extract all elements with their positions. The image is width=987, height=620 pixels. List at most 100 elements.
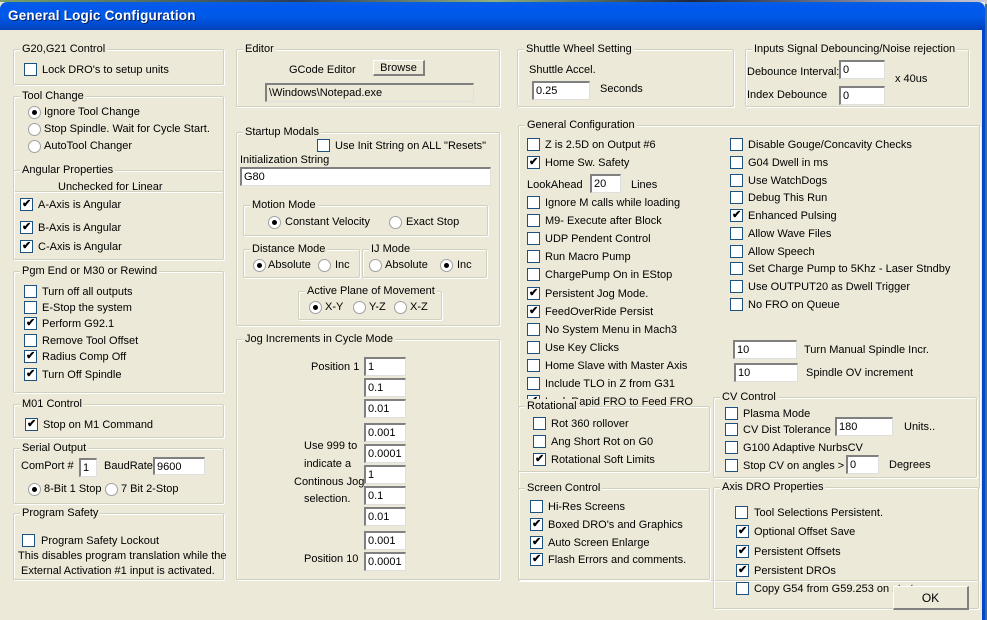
plane-yz-radio[interactable] xyxy=(353,301,366,314)
remove-tool-offset-checkbox[interactable]: ✔ xyxy=(24,334,37,347)
config-checkbox[interactable]: ✔ xyxy=(527,286,540,300)
tool-change-radio-stop-spindle[interactable] xyxy=(28,123,41,136)
config-checkbox[interactable]: ✔ xyxy=(527,268,540,282)
serial-7bit-radio[interactable] xyxy=(105,483,118,496)
perform-g921-checkbox[interactable]: ✔ xyxy=(24,317,37,330)
lookahead-unit: Lines xyxy=(631,179,658,191)
config-checkbox[interactable]: ✔ xyxy=(730,280,743,293)
jog-note-line: indicate a xyxy=(304,458,352,470)
z25d-checkbox[interactable]: ✔ xyxy=(527,138,540,151)
gcode-editor-label: GCode Editor xyxy=(289,64,356,76)
jog-increment-input[interactable]: 0.1 xyxy=(364,378,406,397)
config-checkbox[interactable]: ✔ xyxy=(527,358,540,372)
spindle-ov-input[interactable]: 10 xyxy=(734,363,798,382)
config-checkbox[interactable]: ✔ xyxy=(527,377,540,390)
ok-button[interactable]: OK xyxy=(893,586,969,610)
boxed-dros-checkbox[interactable]: ✔ xyxy=(530,518,543,531)
config-checkbox[interactable]: ✔ xyxy=(730,173,743,187)
config-checkbox[interactable]: ✔ xyxy=(527,340,540,354)
config-checkbox[interactable]: ✔ xyxy=(730,209,743,222)
estop-system-checkbox[interactable]: ✔ xyxy=(24,301,37,314)
browse-button[interactable]: Browse xyxy=(373,60,425,76)
serial-8bit-radio[interactable] xyxy=(28,483,41,496)
jog-increment-input[interactable]: 0.01 xyxy=(364,399,406,418)
debounce-interval-input[interactable]: 0 xyxy=(839,60,885,79)
jog-increment-input[interactable]: 0.001 xyxy=(364,423,406,442)
check-icon: ✔ xyxy=(529,156,539,168)
config-checkbox[interactable]: ✔ xyxy=(527,232,540,246)
stop-m1-checkbox[interactable]: ✔ xyxy=(25,418,38,431)
rot-360-checkbox[interactable]: ✔ xyxy=(533,417,546,430)
c-axis-angular-checkbox[interactable]: ✔ xyxy=(20,240,33,253)
rot-soft-limits-checkbox[interactable]: ✔ xyxy=(533,453,546,466)
jog-increment-input[interactable]: 0.0001 xyxy=(364,552,406,571)
radius-comp-off-checkbox[interactable]: ✔ xyxy=(24,350,37,363)
tool-change-radio-auto[interactable] xyxy=(28,140,41,153)
tool-selections-persistent-checkbox[interactable]: ✔ xyxy=(735,506,748,519)
plasma-mode-checkbox[interactable]: ✔ xyxy=(725,407,738,420)
lock-dros-checkbox[interactable]: ✔ xyxy=(24,63,37,76)
baudrate-input[interactable]: 9600 xyxy=(153,457,205,475)
safety-lockout-checkbox[interactable]: ✔ xyxy=(22,534,35,547)
index-debounce-input[interactable]: 0 xyxy=(839,86,885,105)
config-checkbox[interactable]: ✔ xyxy=(730,244,743,258)
persistent-dros-checkbox[interactable]: ✔ xyxy=(736,564,749,577)
use-init-string-label: Use Init String on ALL "Resets" xyxy=(335,140,487,152)
config-checkbox[interactable]: ✔ xyxy=(730,297,743,311)
copy-g54-checkbox[interactable]: ✔ xyxy=(736,582,749,595)
a-axis-angular-checkbox[interactable]: ✔ xyxy=(20,198,33,211)
distance-inc-radio[interactable] xyxy=(318,259,331,272)
turn-off-outputs-checkbox[interactable]: ✔ xyxy=(24,285,37,298)
init-string-input[interactable]: G80 xyxy=(240,167,491,186)
cv-dist-tolerance-checkbox[interactable]: ✔ xyxy=(725,423,738,436)
config-checkbox[interactable]: ✔ xyxy=(527,196,540,209)
home-sw-safety-checkbox[interactable]: ✔ xyxy=(527,156,540,169)
config-checkbox[interactable]: ✔ xyxy=(730,226,743,240)
check-icon: ✔ xyxy=(732,209,742,221)
constant-velocity-radio[interactable] xyxy=(268,216,281,229)
ij-inc-radio[interactable] xyxy=(440,259,453,272)
b-axis-angular-checkbox[interactable]: ✔ xyxy=(20,221,33,234)
jog-increment-input[interactable]: 0.01 xyxy=(364,507,406,526)
config-checkbox[interactable]: ✔ xyxy=(527,250,540,264)
ij-absolute-radio[interactable] xyxy=(369,259,382,272)
jog-increment-input[interactable]: 1 xyxy=(364,357,406,376)
group-legend: Startup Modals xyxy=(243,125,321,139)
shuttle-accel-input[interactable]: 0.25 xyxy=(532,81,590,100)
optional-offset-save-checkbox[interactable]: ✔ xyxy=(736,525,749,538)
stop-cv-angles-input[interactable]: 0 xyxy=(846,455,879,474)
title-bar[interactable]: General Logic Configuration xyxy=(0,2,985,30)
config-checkbox[interactable]: ✔ xyxy=(527,214,540,228)
flash-errors-checkbox[interactable]: ✔ xyxy=(530,553,543,566)
plane-xz-radio[interactable] xyxy=(394,301,407,314)
manual-spindle-incr-input[interactable]: 10 xyxy=(733,340,797,359)
ang-short-rot-checkbox[interactable]: ✔ xyxy=(533,435,546,448)
editor-path-field[interactable]: \Windows\Notepad.exe xyxy=(265,83,474,102)
jog-increment-input[interactable]: 0.1 xyxy=(364,486,406,505)
tool-change-radio-ignore[interactable] xyxy=(28,106,41,119)
turn-off-spindle-checkbox[interactable]: ✔ xyxy=(24,368,37,381)
comport-input[interactable]: 1 xyxy=(79,458,97,477)
config-checkbox[interactable]: ✔ xyxy=(730,138,743,151)
distance-absolute-radio[interactable] xyxy=(253,259,266,272)
stop-cv-angles-checkbox[interactable]: ✔ xyxy=(725,459,738,472)
config-checkbox[interactable]: ✔ xyxy=(527,322,540,336)
g100-nurbs-checkbox[interactable]: ✔ xyxy=(725,441,738,454)
jog-increment-input[interactable]: 0.001 xyxy=(364,531,406,550)
config-checkbox[interactable]: ✔ xyxy=(527,304,540,318)
cv-dist-tolerance-input[interactable]: 180 xyxy=(835,417,893,436)
exact-stop-radio[interactable] xyxy=(389,216,402,229)
jog-increment-input[interactable]: 1 xyxy=(364,465,406,484)
plane-xy-radio[interactable] xyxy=(309,301,322,314)
persistent-offsets-checkbox[interactable]: ✔ xyxy=(736,545,749,558)
config-checkbox[interactable]: ✔ xyxy=(730,191,743,205)
use-init-string-checkbox[interactable]: ✔ xyxy=(317,139,330,152)
c-axis-angular-label: C-Axis is Angular xyxy=(38,241,122,253)
config-checkbox[interactable]: ✔ xyxy=(730,155,743,169)
hires-screens-checkbox[interactable]: ✔ xyxy=(530,500,543,513)
jog-increment-input[interactable]: 0.0001 xyxy=(364,444,406,463)
dialog-window: General Logic Configuration G20,G21 Cont… xyxy=(0,2,985,620)
config-checkbox[interactable]: ✔ xyxy=(730,262,743,276)
auto-screen-enlarge-checkbox[interactable]: ✔ xyxy=(530,536,543,549)
lookahead-input[interactable]: 20 xyxy=(590,174,621,193)
